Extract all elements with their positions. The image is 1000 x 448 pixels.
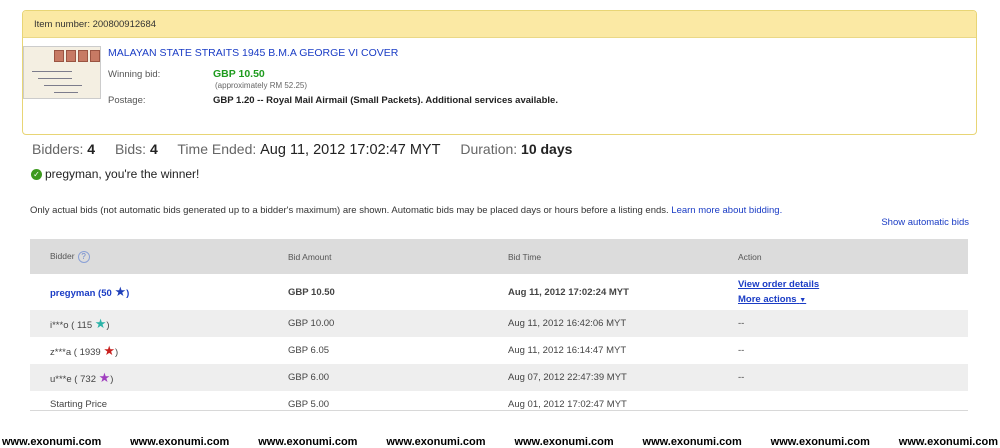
- bid-info-text: Only actual bids (not automatic bids gen…: [30, 205, 669, 216]
- bidder-name: u***e: [50, 373, 72, 385]
- stamp-graphic: [66, 50, 76, 62]
- header-bidder: Bidder?: [30, 239, 288, 274]
- view-order-details-link[interactable]: View order details: [738, 277, 968, 292]
- action-cell: View order details More actions ▼: [738, 274, 968, 310]
- table-row: z***a ( 1939 ★) GBP 6.05 Aug 11, 2012 16…: [30, 337, 968, 364]
- header-bid-amount: Bid Amount: [288, 239, 508, 274]
- action-cell: --: [738, 310, 968, 337]
- handwriting-line: [38, 78, 72, 79]
- time-ended-value: Aug 11, 2012 17:02:47 MYT: [260, 142, 441, 158]
- bid-time: Aug 01, 2012 17:02:47 MYT: [508, 399, 627, 410]
- bidder-cell: pregyman (50 ★): [50, 284, 130, 299]
- postage-value: GBP 1.20 -- Royal Mail Airmail (Small Pa…: [213, 95, 558, 106]
- more-actions-dropdown[interactable]: More actions ▼: [738, 292, 968, 308]
- bidder-cell: i***o ( 115 ★): [30, 310, 288, 337]
- star-icon: ★: [114, 284, 127, 299]
- bid-amount: GBP 6.00: [288, 364, 508, 391]
- duration-label: Duration:: [460, 141, 518, 157]
- watermark-text: www.exonumi.com: [898, 436, 998, 448]
- feedback-score[interactable]: 115: [77, 320, 92, 331]
- help-icon[interactable]: ?: [77, 250, 90, 263]
- action-cell: --: [738, 364, 968, 391]
- stamp-graphic: [54, 50, 64, 62]
- handwriting-line: [44, 85, 82, 86]
- bidder-name: z***a: [50, 346, 72, 358]
- action-cell: [738, 391, 968, 418]
- watermark-strip: www.exonumi.com www.exonumi.com www.exon…: [0, 436, 1000, 448]
- watermark-text: www.exonumi.com: [130, 436, 230, 448]
- learn-more-link[interactable]: Learn more about bidding.: [671, 205, 782, 216]
- show-automatic-bids-link[interactable]: Show automatic bids: [881, 217, 969, 228]
- watermark-text: www.exonumi.com: [770, 436, 870, 448]
- starting-price-label: Starting Price: [50, 399, 108, 410]
- winner-text: pregyman, you're the winner!: [45, 167, 200, 181]
- star-icon: ★: [103, 342, 116, 358]
- bidder-name: i***o: [50, 319, 69, 331]
- duration-value: 10 days: [521, 141, 573, 157]
- watermark-text: www.exonumi.com: [642, 436, 742, 448]
- winning-bid-value: GBP 10.50: [213, 68, 265, 80]
- feedback-score[interactable]: 1939: [80, 347, 101, 358]
- bidders-count: 4: [87, 141, 96, 157]
- winning-bid-label: Winning bid:: [108, 69, 161, 80]
- watermark-text: www.exonumi.com: [386, 436, 486, 448]
- bid-info-note: Only actual bids (not automatic bids gen…: [30, 205, 782, 216]
- feedback-score[interactable]: 732: [80, 374, 96, 385]
- item-thumbnail[interactable]: [23, 46, 101, 99]
- item-summary-box: Item number: 200800912684 MALAYAN STATE …: [22, 10, 977, 135]
- watermark-text: www.exonumi.com: [258, 436, 358, 448]
- postage-label: Postage:: [108, 95, 146, 106]
- stamp-graphic: [90, 50, 100, 62]
- handwriting-line: [54, 92, 78, 93]
- bids-label: Bids:: [114, 141, 147, 157]
- bid-stats: Bidders: 4 Bids: 4 Time Ended: Aug 11, 2…: [32, 141, 588, 158]
- watermark-text: www.exonumi.com: [514, 436, 614, 448]
- bid-time: Aug 07, 2012 22:47:39 MYT: [508, 364, 738, 391]
- handwriting-line: [32, 71, 72, 72]
- bidder-cell: u***e ( 732 ★): [30, 364, 288, 391]
- bidder-name-link[interactable]: pregyman: [50, 288, 95, 299]
- watermark-text: www.exonumi.com: [2, 436, 102, 448]
- action-cell: --: [738, 345, 745, 356]
- bid-amount: GBP 10.50: [288, 286, 335, 298]
- bidder-cell: z***a ( 1939 ★): [50, 342, 119, 358]
- bid-time: Aug 11, 2012 17:02:24 MYT: [508, 286, 629, 298]
- winner-message: ✓ pregyman, you're the winner!: [31, 167, 199, 181]
- bid-time: Aug 11, 2012 16:14:47 MYT: [508, 345, 627, 356]
- table-header-row: Bidder? Bid Amount Bid Time Action: [30, 239, 968, 274]
- table-row: pregyman (50 ★) GBP 10.50 Aug 11, 2012 1…: [30, 274, 968, 310]
- bid-amount: GBP 6.05: [288, 345, 330, 356]
- bid-amount: GBP 5.00: [288, 399, 330, 410]
- table-row: u***e ( 732 ★) GBP 6.00 Aug 07, 2012 22:…: [30, 364, 968, 391]
- table-row: i***o ( 115 ★) GBP 10.00 Aug 11, 2012 16…: [30, 310, 968, 337]
- table-bottom-divider: [30, 410, 968, 411]
- bids-count: 4: [149, 141, 158, 157]
- header-action: Action: [738, 239, 968, 274]
- item-number: Item number: 200800912684: [23, 11, 976, 38]
- feedback-score[interactable]: 50: [101, 288, 112, 299]
- bidders-label: Bidders:: [32, 141, 84, 157]
- stamp-graphic: [78, 50, 88, 62]
- checkmark-icon: ✓: [31, 168, 42, 180]
- bid-amount: GBP 10.00: [288, 310, 508, 337]
- time-ended-label: Time Ended:: [177, 141, 257, 157]
- item-title-link[interactable]: MALAYAN STATE STRAITS 1945 B.M.A GEORGE …: [108, 47, 398, 59]
- winning-bid-approx: (approximately RM 52.25): [215, 81, 308, 90]
- table-row: Starting Price GBP 5.00 Aug 01, 2012 17:…: [30, 391, 968, 418]
- bid-time: Aug 11, 2012 16:42:06 MYT: [508, 310, 738, 337]
- star-icon: ★: [94, 315, 107, 331]
- chevron-down-icon: ▼: [799, 296, 807, 304]
- header-bid-time: Bid Time: [508, 239, 738, 274]
- star-icon: ★: [98, 369, 111, 385]
- bid-history-table: Bidder? Bid Amount Bid Time Action pregy…: [30, 239, 968, 418]
